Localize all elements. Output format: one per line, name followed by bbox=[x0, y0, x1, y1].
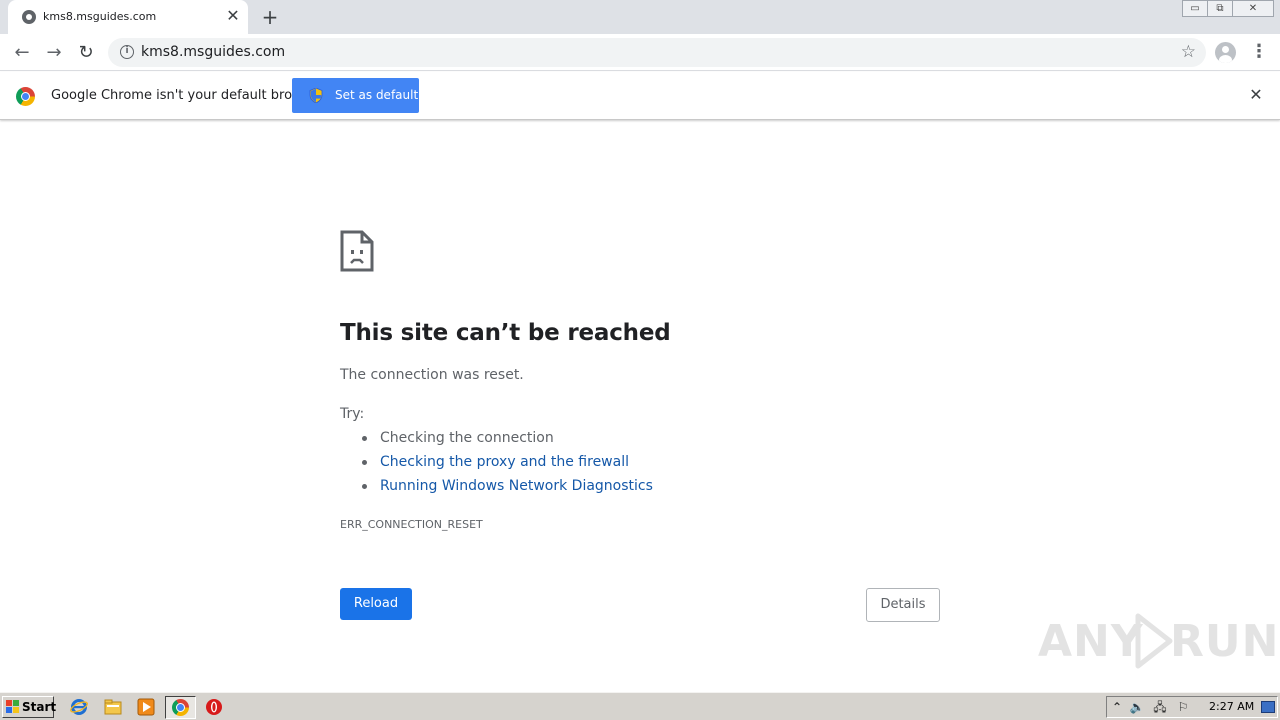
minimize-button[interactable]: ▭ bbox=[1182, 0, 1208, 17]
window-controls: ▭ ⧉ ✕ bbox=[1182, 0, 1274, 18]
play-icon bbox=[1135, 613, 1173, 669]
chrome-taskbar-button[interactable] bbox=[165, 696, 196, 719]
bookmark-star-icon[interactable]: ☆ bbox=[1181, 42, 1196, 62]
watermark-left-text: ANY bbox=[1038, 616, 1144, 667]
reload-button[interactable]: Reload bbox=[340, 588, 412, 620]
network-icon[interactable]: 🖧 bbox=[1152, 699, 1168, 715]
tab-close-icon[interactable]: ✕ bbox=[224, 7, 242, 25]
show-desktop-icon[interactable] bbox=[1261, 701, 1275, 713]
error-code: ERR_CONNECTION_RESET bbox=[340, 518, 483, 531]
info-icon[interactable]: i bbox=[120, 45, 134, 59]
chrome-icon bbox=[172, 699, 189, 716]
error-title: This site can’t be reached bbox=[340, 320, 671, 346]
start-label: Start bbox=[22, 700, 57, 714]
forward-button[interactable]: → bbox=[41, 40, 67, 66]
try-label: Try: bbox=[340, 406, 365, 422]
chrome-logo-icon bbox=[16, 87, 35, 106]
browser-toolbar: ← → ↻ i kms8.msguides.com ☆ ⋮ bbox=[0, 34, 1280, 71]
shield-icon bbox=[309, 88, 323, 103]
show-hidden-icons-icon[interactable]: ⌃ bbox=[1109, 699, 1125, 715]
internet-explorer-icon[interactable] bbox=[70, 698, 88, 716]
menu-icon[interactable]: ⋮ bbox=[1250, 42, 1268, 64]
address-bar[interactable]: i kms8.msguides.com ☆ bbox=[108, 38, 1206, 67]
opera-icon[interactable] bbox=[205, 698, 223, 716]
reload-icon[interactable]: ↻ bbox=[73, 40, 99, 66]
list-bullet bbox=[362, 484, 367, 489]
start-button[interactable]: Start bbox=[2, 696, 57, 718]
globe-icon bbox=[22, 10, 36, 24]
system-tray: ⌃ 🔈 🖧 ⚐ 2:27 AM bbox=[1106, 696, 1278, 718]
tab-kms8[interactable]: kms8.msguides.com ✕ bbox=[8, 0, 248, 34]
tab-title: kms8.msguides.com bbox=[43, 10, 157, 23]
windows-logo-icon bbox=[6, 700, 19, 713]
file-explorer-icon[interactable] bbox=[104, 698, 122, 716]
taskbar-clock[interactable]: 2:27 AM bbox=[1209, 700, 1254, 713]
set-as-default-button[interactable]: Set as default bbox=[292, 78, 419, 113]
url-text[interactable]: kms8.msguides.com bbox=[141, 44, 285, 60]
tab-strip: kms8.msguides.com ✕ + ▭ ⧉ ✕ bbox=[0, 0, 1280, 34]
media-player-icon[interactable] bbox=[137, 698, 155, 716]
volume-icon[interactable]: 🔈 bbox=[1129, 699, 1145, 715]
window-close-button[interactable]: ✕ bbox=[1232, 0, 1274, 17]
suggestion-network-diagnostics-link[interactable]: Running Windows Network Diagnostics bbox=[380, 478, 653, 494]
infobar-close-icon[interactable]: ✕ bbox=[1247, 86, 1265, 104]
anyrun-watermark: ANY RUN bbox=[1038, 612, 1278, 672]
suggestion-check-connection: Checking the connection bbox=[380, 430, 554, 446]
restore-button[interactable]: ⧉ bbox=[1207, 0, 1233, 17]
list-bullet bbox=[362, 460, 367, 465]
new-tab-button[interactable]: + bbox=[258, 6, 282, 28]
watermark-right-text: RUN bbox=[1170, 616, 1280, 667]
suggestion-proxy-firewall-link[interactable]: Checking the proxy and the firewall bbox=[380, 454, 629, 470]
sad-document-icon bbox=[340, 230, 374, 272]
infobar-message: Google Chrome isn't your default browser bbox=[51, 88, 323, 103]
default-browser-infobar: Google Chrome isn't your default browser… bbox=[0, 72, 1280, 120]
back-button[interactable]: ← bbox=[9, 40, 35, 66]
profile-avatar-icon[interactable] bbox=[1215, 42, 1236, 63]
error-subtitle: The connection was reset. bbox=[340, 367, 524, 383]
set-as-default-label: Set as default bbox=[335, 88, 419, 102]
action-center-flag-icon[interactable]: ⚐ bbox=[1175, 699, 1191, 715]
details-button[interactable]: Details bbox=[866, 588, 940, 622]
list-bullet bbox=[362, 436, 367, 441]
windows-taskbar: Start ⌃ 🔈 🖧 ⚐ 2:27 AM bbox=[0, 692, 1280, 720]
